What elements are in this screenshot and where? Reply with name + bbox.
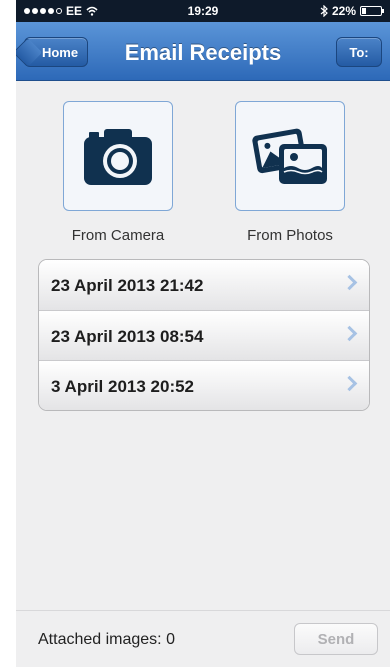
- attached-images-count: Attached images: 0: [38, 631, 175, 648]
- from-photos-label: From Photos: [247, 227, 333, 244]
- chevron-right-icon: [341, 375, 358, 392]
- photos-icon: [252, 128, 327, 184]
- from-camera-label: From Camera: [71, 227, 165, 244]
- photos-tile[interactable]: [235, 101, 345, 211]
- battery-fill: [362, 8, 366, 14]
- status-right: 22%: [320, 4, 384, 18]
- nav-bar: Home Email Receipts To:: [16, 22, 390, 81]
- chevron-right-icon: [341, 274, 358, 291]
- receipt-row[interactable]: 3 April 2013 20:52: [39, 360, 369, 410]
- camera-tile[interactable]: [63, 101, 173, 211]
- send-button[interactable]: Send: [294, 623, 378, 655]
- bottom-toolbar: Attached images: 0 Send: [16, 610, 390, 667]
- battery-icon: [360, 6, 384, 16]
- from-photos-button[interactable]: From Photos: [234, 101, 346, 244]
- to-button[interactable]: To:: [336, 37, 382, 67]
- receipt-date: 23 April 2013 21:42: [51, 276, 204, 295]
- battery-percent: 22%: [331, 4, 356, 18]
- to-button-label: To:: [349, 44, 369, 60]
- status-bar: EE 19:29 22%: [16, 0, 390, 22]
- receipt-date: 23 April 2013 08:54: [51, 327, 204, 346]
- bluetooth-icon: [320, 5, 328, 17]
- receipt-row[interactable]: 23 April 2013 08:54: [39, 310, 369, 360]
- from-camera-button[interactable]: From Camera: [62, 101, 174, 244]
- page-title: Email Receipts: [124, 40, 282, 65]
- receipt-row[interactable]: 23 April 2013 21:42: [39, 260, 369, 310]
- camera-icon: [84, 129, 152, 185]
- receipt-list: 23 April 2013 21:42 23 April 2013 08:54 …: [38, 259, 370, 411]
- receipt-date: 3 April 2013 20:52: [51, 377, 195, 396]
- chevron-right-icon: [341, 325, 358, 342]
- app-screen: EE 19:29 22% Home Email Receipts To: Fro…: [16, 0, 390, 667]
